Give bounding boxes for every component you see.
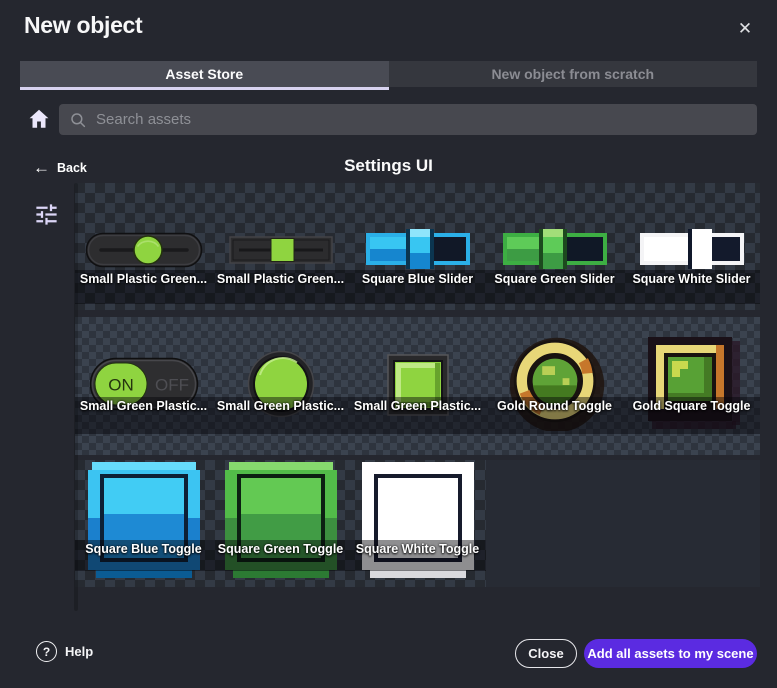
asset-tile-square-white-slider[interactable]: Square White Slider — [623, 183, 760, 310]
asset-label: Square White Toggle — [356, 540, 479, 571]
asset-label-strip: Square Green Slider — [486, 270, 623, 304]
asset-tile-square-white-toggle[interactable]: Square White Toggle — [349, 460, 486, 587]
close-icon[interactable]: ✕ — [732, 16, 758, 42]
asset-label-strip: Small Green Plastic... — [75, 397, 212, 434]
asset-tile-square-blue-slider[interactable]: Square Blue Slider — [349, 183, 486, 310]
asset-tile-square-green-slider[interactable]: Square Green Slider — [486, 183, 623, 310]
asset-label-strip: Square Green Toggle — [212, 540, 349, 571]
pixel-white-slider-art — [640, 229, 744, 269]
tab-label: New object from scratch — [491, 66, 654, 82]
asset-tile-gold-round-toggle[interactable]: Gold Round Toggle — [486, 317, 623, 455]
pixel-blue-slider-art — [366, 229, 470, 269]
asset-label-strip: Gold Round Toggle — [486, 397, 623, 434]
asset-row-toggles: ON OFF Small Green Plastic... Small Gree… — [75, 317, 760, 455]
add-all-assets-button[interactable]: Add all assets to my scene — [584, 639, 757, 668]
help-icon: ? — [36, 641, 57, 662]
asset-label: Gold Square Toggle — [633, 397, 751, 434]
tab-label: Asset Store — [165, 66, 243, 82]
asset-label-strip: Small Plastic Green... — [212, 270, 349, 304]
asset-label-strip: Small Plastic Green... — [75, 270, 212, 304]
asset-tile-small-green-plastic-round[interactable]: Small Green Plastic... — [212, 317, 349, 455]
asset-label-strip: Small Green Plastic... — [349, 397, 486, 434]
asset-label: Small Green Plastic... — [217, 397, 344, 434]
asset-label: Gold Round Toggle — [497, 397, 612, 434]
asset-label: Square Green Toggle — [218, 540, 344, 571]
new-object-dialog: New object ✕ Asset Store New object from… — [0, 0, 777, 688]
asset-grid: Small Plastic Green... Small Plastic Gre… — [75, 183, 760, 587]
close-button[interactable]: Close — [515, 639, 577, 668]
asset-label: Small Green Plastic... — [80, 397, 207, 434]
tab-new-object-from-scratch[interactable]: New object from scratch — [389, 61, 758, 87]
home-icon[interactable] — [27, 106, 51, 132]
asset-label-strip: Square Blue Slider — [349, 270, 486, 304]
asset-label: Small Plastic Green... — [80, 270, 207, 304]
pixel-green-slider-art — [503, 229, 607, 269]
asset-tile-square-green-toggle[interactable]: Square Green Toggle — [212, 460, 349, 587]
asset-row-sliders: Small Plastic Green... Small Plastic Gre… — [75, 183, 760, 310]
search-input[interactable] — [96, 111, 747, 128]
asset-tile-small-plastic-green-slider-round[interactable]: Small Plastic Green... — [75, 183, 212, 310]
dialog-title: New object — [24, 12, 142, 39]
asset-tile-small-plastic-green-slider-square[interactable]: Small Plastic Green... — [212, 183, 349, 310]
asset-label: Square Blue Slider — [362, 270, 473, 304]
help-label: Help — [65, 644, 93, 659]
checker-area: Square Blue Toggle Square Green To — [75, 460, 486, 587]
asset-label: Small Green Plastic... — [354, 397, 481, 434]
asset-label: Square White Slider — [632, 270, 750, 304]
asset-label: Square Green Slider — [494, 270, 614, 304]
search-bar[interactable] — [59, 104, 757, 135]
help-button[interactable]: ? Help — [36, 641, 93, 662]
asset-tile-square-blue-toggle[interactable]: Square Blue Toggle — [75, 460, 212, 587]
tab-asset-store[interactable]: Asset Store — [20, 61, 389, 87]
search-icon — [69, 111, 87, 129]
asset-label-strip: Square Blue Toggle — [75, 540, 212, 571]
rect-slider-art — [229, 236, 333, 264]
asset-tile-gold-square-toggle[interactable]: Gold Square Toggle — [623, 317, 760, 455]
asset-row-square-toggles: Square Blue Toggle Square Green To — [75, 460, 760, 587]
asset-label-strip: Gold Square Toggle — [623, 397, 760, 434]
asset-tile-small-green-plastic-onoff[interactable]: ON OFF Small Green Plastic... — [75, 317, 212, 455]
tab-bar: Asset Store New object from scratch — [20, 61, 757, 90]
asset-label-strip: Square White Slider — [623, 270, 760, 304]
round-pill-slider-art — [85, 232, 203, 268]
asset-label: Square Blue Toggle — [85, 540, 201, 571]
asset-label: Small Plastic Green... — [217, 270, 344, 304]
toggle-on-text: ON — [108, 376, 134, 395]
section-title: Settings UI — [0, 156, 777, 176]
asset-tile-small-green-plastic-square[interactable]: Small Green Plastic... — [349, 317, 486, 455]
asset-label-strip: Square White Toggle — [349, 540, 486, 571]
toggle-off-text: OFF — [155, 376, 189, 395]
asset-label-strip: Small Green Plastic... — [212, 397, 349, 434]
filter-icon[interactable] — [33, 201, 60, 228]
